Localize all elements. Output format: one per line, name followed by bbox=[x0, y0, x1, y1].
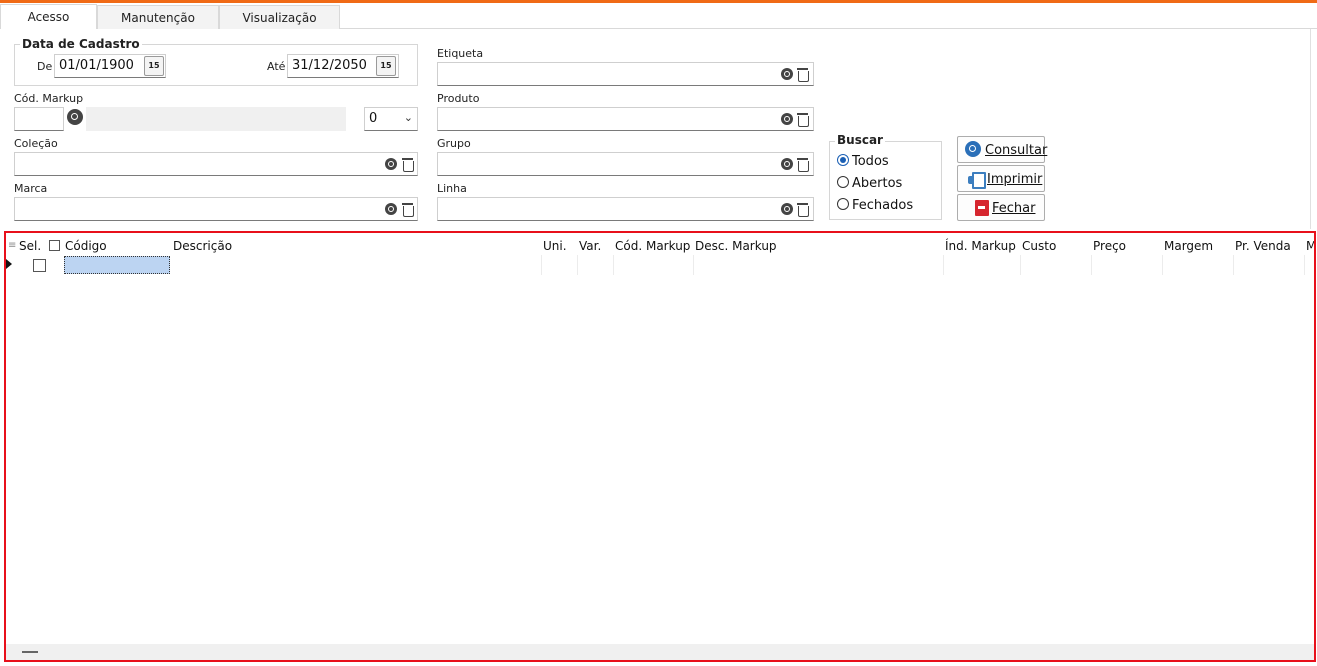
col-margem[interactable]: Margem bbox=[1164, 239, 1213, 253]
grupo-clear-icon[interactable] bbox=[797, 158, 809, 172]
col-divider bbox=[1304, 255, 1305, 275]
etiqueta-clear-icon[interactable] bbox=[797, 68, 809, 82]
col-divider bbox=[613, 255, 614, 275]
exit-icon bbox=[975, 200, 989, 216]
radio-abertos-indicator bbox=[837, 176, 849, 188]
fechar-button[interactable]: Fechar bbox=[957, 194, 1045, 221]
col-divider bbox=[577, 255, 578, 275]
grupo-input[interactable] bbox=[437, 152, 814, 176]
data-cadastro-title: Data de Cadastro bbox=[20, 37, 142, 51]
linha-label: Linha bbox=[437, 182, 467, 195]
fechar-label: Fechar bbox=[992, 201, 1036, 216]
imprimir-label: Imprimir bbox=[987, 172, 1043, 187]
marca-search-icon[interactable] bbox=[385, 203, 397, 215]
grid-corner-icon: ≡ bbox=[8, 240, 17, 251]
col-m[interactable]: M bbox=[1306, 239, 1314, 253]
col-divider bbox=[1162, 255, 1163, 275]
de-label: De bbox=[37, 60, 53, 73]
col-divider bbox=[1091, 255, 1092, 275]
linha-input[interactable] bbox=[437, 197, 814, 221]
col-custo[interactable]: Custo bbox=[1022, 239, 1056, 253]
radio-fechados[interactable]: Fechados bbox=[837, 198, 913, 213]
marca-input[interactable] bbox=[14, 197, 418, 221]
col-desc-markup[interactable]: Desc. Markup bbox=[695, 239, 777, 253]
col-divider bbox=[1233, 255, 1234, 275]
cod-markup-search-icon[interactable] bbox=[67, 109, 83, 125]
radio-abertos[interactable]: Abertos bbox=[837, 176, 902, 191]
col-preco[interactable]: Preço bbox=[1093, 239, 1126, 253]
buscar-group: Todos Abertos Fechados bbox=[829, 141, 942, 220]
codigo-cell[interactable] bbox=[64, 256, 170, 274]
consultar-search-icon bbox=[965, 141, 981, 157]
top-accent-bar bbox=[0, 0, 1317, 3]
cod-markup-input[interactable] bbox=[14, 107, 64, 131]
ate-calendar-icon[interactable]: 15 bbox=[376, 56, 396, 76]
de-date-value: 01/01/1900 bbox=[59, 58, 134, 73]
ate-date-value: 31/12/2050 bbox=[292, 58, 367, 73]
linha-search-icon[interactable] bbox=[781, 203, 793, 215]
grupo-label: Grupo bbox=[437, 137, 471, 150]
cod-markup-select[interactable]: 0 ⌄ bbox=[364, 107, 418, 131]
tab-visualizacao[interactable]: Visualização bbox=[219, 5, 340, 29]
filter-panel: Data de Cadastro De 01/01/1900 15 Até 31… bbox=[6, 29, 1311, 229]
etiqueta-label: Etiqueta bbox=[437, 47, 484, 60]
col-descricao[interactable]: Descrição bbox=[173, 239, 232, 253]
grid-header: ≡ Sel. Código Descrição Uni. Var. Cód. M… bbox=[6, 235, 1314, 255]
colecao-label: Coleção bbox=[14, 137, 58, 150]
linha-clear-icon[interactable] bbox=[797, 203, 809, 217]
col-divider bbox=[693, 255, 694, 275]
colecao-clear-icon[interactable] bbox=[402, 158, 414, 172]
col-uni[interactable]: Uni. bbox=[543, 239, 567, 253]
table-row[interactable] bbox=[6, 255, 1314, 275]
printer-icon bbox=[968, 172, 986, 189]
imprimir-button[interactable]: Imprimir bbox=[957, 165, 1045, 192]
radio-abertos-label: Abertos bbox=[852, 176, 903, 191]
cod-markup-label: Cód. Markup bbox=[14, 92, 84, 105]
col-pr-venda[interactable]: Pr. Venda bbox=[1235, 239, 1291, 253]
tab-strip: Acesso Manutenção Visualização bbox=[0, 4, 1317, 29]
cod-markup-description bbox=[86, 107, 346, 131]
grid-footer bbox=[6, 644, 1314, 660]
produto-input[interactable] bbox=[437, 107, 814, 131]
tab-manutencao[interactable]: Manutenção bbox=[97, 5, 219, 29]
footer-dash-icon bbox=[22, 651, 38, 653]
col-ind-markup[interactable]: Índ. Markup bbox=[945, 239, 1016, 253]
consultar-label: Consultar bbox=[985, 143, 1048, 158]
colecao-input[interactable] bbox=[14, 152, 418, 176]
col-cod-markup[interactable]: Cód. Markup bbox=[615, 239, 690, 253]
results-grid[interactable]: ≡ Sel. Código Descrição Uni. Var. Cód. M… bbox=[4, 231, 1316, 662]
de-calendar-icon[interactable]: 15 bbox=[144, 56, 164, 76]
ate-label: Até bbox=[267, 60, 286, 73]
row-select-checkbox[interactable] bbox=[33, 259, 46, 272]
produto-label: Produto bbox=[437, 92, 480, 105]
col-divider bbox=[1020, 255, 1021, 275]
col-var[interactable]: Var. bbox=[579, 239, 601, 253]
consultar-button[interactable]: Consultar bbox=[957, 136, 1048, 163]
col-divider bbox=[541, 255, 542, 275]
grupo-search-icon[interactable] bbox=[781, 158, 793, 170]
radio-todos-label: Todos bbox=[852, 154, 889, 169]
tab-acesso[interactable]: Acesso bbox=[0, 4, 97, 29]
etiqueta-search-icon[interactable] bbox=[781, 68, 793, 80]
radio-todos-indicator bbox=[837, 154, 849, 166]
colecao-search-icon[interactable] bbox=[385, 158, 397, 170]
buscar-title: Buscar bbox=[835, 133, 885, 147]
etiqueta-input[interactable] bbox=[437, 62, 814, 86]
col-codigo[interactable]: Código bbox=[65, 239, 107, 253]
select-all-checkbox[interactable] bbox=[49, 240, 60, 251]
col-sel[interactable]: Sel. bbox=[19, 239, 41, 253]
chevron-down-icon: ⌄ bbox=[403, 111, 413, 124]
radio-fechados-label: Fechados bbox=[852, 198, 914, 213]
marca-label: Marca bbox=[14, 182, 48, 195]
produto-clear-icon[interactable] bbox=[797, 113, 809, 127]
cod-markup-select-value: 0 bbox=[369, 111, 378, 126]
radio-todos[interactable]: Todos bbox=[837, 154, 889, 169]
radio-fechados-indicator bbox=[837, 198, 849, 210]
produto-search-icon[interactable] bbox=[781, 113, 793, 125]
marca-clear-icon[interactable] bbox=[402, 203, 414, 217]
col-divider bbox=[943, 255, 944, 275]
